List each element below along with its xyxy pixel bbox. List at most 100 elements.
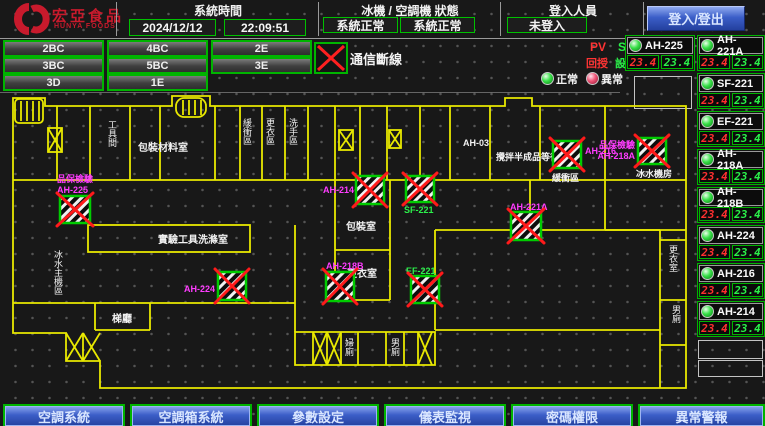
unit-sv-value: 23.4 xyxy=(661,55,693,69)
fan-unit-ah-214[interactable]: AH-214 xyxy=(323,173,387,207)
unit-row-ah-224[interactable]: AH-224 23.423.4 xyxy=(697,225,765,261)
unit-sv-value: 23.4 xyxy=(732,207,763,221)
floor-button-5bc[interactable]: 5BC xyxy=(107,57,208,74)
comm-fail-label: 通信斷線 xyxy=(350,49,402,68)
fan-unit-label: AH-225 xyxy=(57,185,88,195)
unit-name-label: SF-221 xyxy=(717,78,753,90)
fan-unit-ah-218b[interactable]: AH-218B xyxy=(323,261,364,304)
room-label: 洗手區 xyxy=(288,117,298,145)
unit-status-led xyxy=(629,39,642,52)
room-label: 包裝材料室 xyxy=(138,141,188,154)
fan-unit-ah-221a[interactable]: AH-221A xyxy=(508,202,548,243)
unit-pv-value: 23.4 xyxy=(699,245,730,259)
unit-pv-value: 23.4 xyxy=(699,321,730,335)
system-time-label: 系統時間 xyxy=(120,2,316,19)
unit-row-ah-218b[interactable]: AH-218B 23.423.4 xyxy=(697,187,765,223)
unit-name-label: EF-221 xyxy=(717,116,753,128)
system-date-value: 2024/12/12 xyxy=(129,19,216,36)
empty-unit-slot xyxy=(698,340,763,359)
unit-name-label: AH-224 xyxy=(717,230,755,242)
unit-status-led xyxy=(701,77,714,90)
unit-row-ah-216[interactable]: AH-216 23.423.4 xyxy=(697,263,765,299)
ahu-status-value: 系統正常 xyxy=(400,17,475,33)
fan-unit-ah-218a[interactable]: 品保檢驗 AH-218A xyxy=(597,135,669,167)
fan-unit-ah-224[interactable]: AH-224 xyxy=(184,269,249,303)
login-logout-button[interactable]: 登入/登出 xyxy=(647,6,745,31)
unit-pv-value: 23.4 xyxy=(699,283,730,297)
room-label: 包裝室 xyxy=(346,220,376,233)
hmi-screen: 宏亞食品 HUNYA FOODS 系統時間 2024/12/12 22:09:5… xyxy=(0,0,765,426)
fan-unit-label: AH-224 xyxy=(184,284,215,294)
unit-status-led xyxy=(701,229,714,242)
feedback-label: 回授 xyxy=(586,55,608,71)
unit-sv-value: 23.4 xyxy=(732,283,763,297)
qa-room-label: 品保檢驗 xyxy=(599,139,635,150)
room-label: 男廁 xyxy=(671,305,681,324)
floor-button-1e[interactable]: 1E xyxy=(107,74,208,91)
room-label: 冰水主機區 xyxy=(53,249,63,295)
floor-button-3e[interactable]: 3E xyxy=(211,57,312,74)
floor-button-2bc[interactable]: 2BC xyxy=(3,40,104,57)
comm-fail-icon xyxy=(314,42,348,74)
abnormal-led-icon xyxy=(586,72,599,85)
unit-name-label: AH-214 xyxy=(717,306,755,318)
system-time-value: 22:09:51 xyxy=(224,19,306,36)
unit-row-ah-225[interactable]: AH-225 23.4 23.4 xyxy=(625,35,695,71)
room-label: 緩衝區 xyxy=(242,117,252,145)
unit-sv-value: 23.4 xyxy=(732,245,763,259)
unit-sv-value: 23.4 xyxy=(732,321,763,335)
room-label: 婦廁 xyxy=(344,337,354,357)
fan-unit-label: SF-221 xyxy=(404,205,434,215)
chiller-status-value: 系統正常 xyxy=(323,17,398,33)
unit-row-ah-214[interactable]: AH-214 23.423.4 xyxy=(697,301,765,337)
unit-row-ef-221[interactable]: EF-221 23.423.4 xyxy=(697,111,765,147)
unit-pv-value: 23.4 xyxy=(699,55,730,69)
footer-button-meter-monitor[interactable]: 儀表監視 xyxy=(384,404,506,426)
unit-sv-value: 23.4 xyxy=(732,131,763,145)
unit-pv-value: 23.4 xyxy=(699,131,730,145)
fan-unit-sf-221[interactable]: SF-221 xyxy=(403,173,437,215)
login-status-value: 未登入 xyxy=(507,17,587,33)
floor-button-4bc[interactable]: 4BC xyxy=(107,40,208,57)
fan-units: 品保檢驗 AH-225 AH-224 AH-218B AH-214 xyxy=(57,135,669,306)
abnormal-label: 異常 xyxy=(601,71,623,87)
unit-sv-value: 23.4 xyxy=(732,169,763,183)
unit-name-label: AH-218B xyxy=(717,186,762,210)
unit-pv-value: 23.4 xyxy=(699,93,730,107)
footer-button-parameter-settings[interactable]: 參數設定 xyxy=(257,404,379,426)
unit-sv-value: 23.4 xyxy=(732,55,763,69)
normal-label: 正常 xyxy=(556,71,578,87)
unit-row-sf-221[interactable]: SF-221 23.423.4 xyxy=(697,73,765,109)
room-label: AH-03 xyxy=(463,138,489,148)
room-label: 更衣室 xyxy=(668,245,678,272)
floor-button-3bc[interactable]: 3BC xyxy=(3,57,104,74)
unit-sv-value: 23.4 xyxy=(732,93,763,107)
room-label: 更衣區 xyxy=(265,118,275,145)
empty-unit-slot xyxy=(698,360,763,377)
footer-button-password-authority[interactable]: 密碼權限 xyxy=(511,404,633,426)
unit-status-led xyxy=(701,115,714,128)
room-label: 工具間 xyxy=(107,120,117,148)
unit-row-ah-221a[interactable]: AH-221A 23.423.4 xyxy=(697,35,765,71)
unit-name-label: AH-216 xyxy=(717,268,755,280)
pv-label: PV xyxy=(590,40,606,54)
header-bar: 宏亞食品 HUNYA FOODS 系統時間 2024/12/12 22:09:5… xyxy=(0,0,765,38)
unit-name-label: AH-225 xyxy=(645,40,683,52)
fan-unit-label: AH-214 xyxy=(323,185,354,195)
fan-unit-ah-225[interactable]: 品保檢驗 AH-225 xyxy=(57,173,93,226)
footer-button-ac-system[interactable]: 空調系統 xyxy=(3,404,125,426)
footer-button-alarm[interactable]: 異常警報 xyxy=(638,404,765,426)
fan-unit-label: AH-218A xyxy=(597,151,635,161)
unit-row-ah-218a[interactable]: AH-218A 23.423.4 xyxy=(697,149,765,185)
unit-status-led xyxy=(701,153,714,166)
footer-button-ahu-system[interactable]: 空調箱系統 xyxy=(130,404,252,426)
floor-button-3d[interactable]: 3D xyxy=(3,74,104,91)
floor-button-2e[interactable]: 2E xyxy=(211,40,312,57)
fan-unit-ef-221[interactable]: EF-221 xyxy=(406,266,442,306)
unit-status-led xyxy=(701,191,714,204)
normal-led-icon xyxy=(541,72,554,85)
unit-status-led xyxy=(701,267,714,280)
floorplan: 工具間 包裝材料室 緩衝區 更衣區 洗手區 AH-03 攪拌半成品等待區 緩衝區… xyxy=(0,92,700,398)
room-label: 實驗工具洗滌室 xyxy=(158,233,228,246)
room-label: 男廁 xyxy=(390,338,400,357)
